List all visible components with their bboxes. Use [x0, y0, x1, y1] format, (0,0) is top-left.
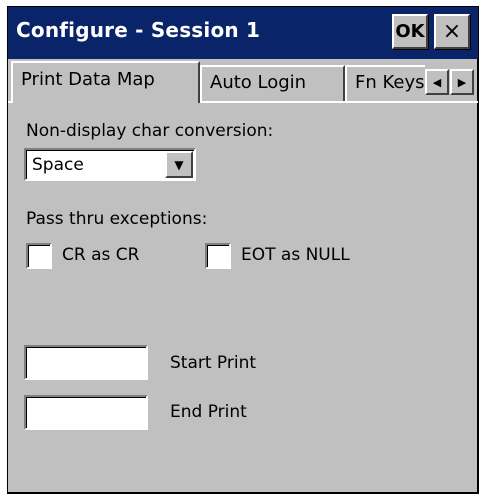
- dropdown-button[interactable]: ▼: [165, 151, 193, 178]
- end-print-label: End Print: [170, 402, 247, 422]
- nondisplay-conversion-select[interactable]: Space ▼: [24, 148, 196, 181]
- tab-scroll-right-button[interactable]: ▶: [450, 69, 474, 95]
- tab-strip: Print Data Map Auto Login Fn Keys ◀ ▶: [8, 59, 478, 103]
- close-icon: ×: [442, 19, 462, 44]
- arrow-left-icon: ◀: [432, 75, 442, 89]
- tab-scroll-left-button[interactable]: ◀: [425, 69, 449, 95]
- tab-print-data-map[interactable]: Print Data Map: [11, 61, 200, 103]
- configure-dialog: Configure - Session 1 OK × Print Data Ma…: [7, 6, 479, 494]
- ok-button[interactable]: OK: [392, 14, 428, 49]
- window-title: Configure - Session 1: [16, 18, 261, 42]
- pass-thru-exceptions-label: Pass thru exceptions:: [26, 209, 208, 229]
- close-button[interactable]: ×: [434, 14, 470, 49]
- title-bar: Configure - Session 1 OK ×: [8, 7, 478, 59]
- chevron-down-icon: ▼: [174, 157, 184, 172]
- end-print-input[interactable]: [24, 395, 148, 430]
- tab-auto-login[interactable]: Auto Login: [200, 65, 345, 101]
- tab-fn-keys[interactable]: Fn Keys: [345, 65, 425, 101]
- eot-as-null-checkbox[interactable]: [205, 243, 231, 269]
- arrow-right-icon: ▶: [457, 75, 467, 89]
- start-print-input[interactable]: [24, 345, 148, 380]
- cr-as-cr-label[interactable]: CR as CR: [62, 245, 139, 265]
- nondisplay-conversion-label: Non-display char conversion:: [26, 121, 274, 141]
- nondisplay-conversion-value: Space: [32, 155, 84, 175]
- eot-as-null-label[interactable]: EOT as NULL: [241, 245, 350, 265]
- start-print-label: Start Print: [170, 353, 257, 373]
- cr-as-cr-checkbox[interactable]: [26, 243, 52, 269]
